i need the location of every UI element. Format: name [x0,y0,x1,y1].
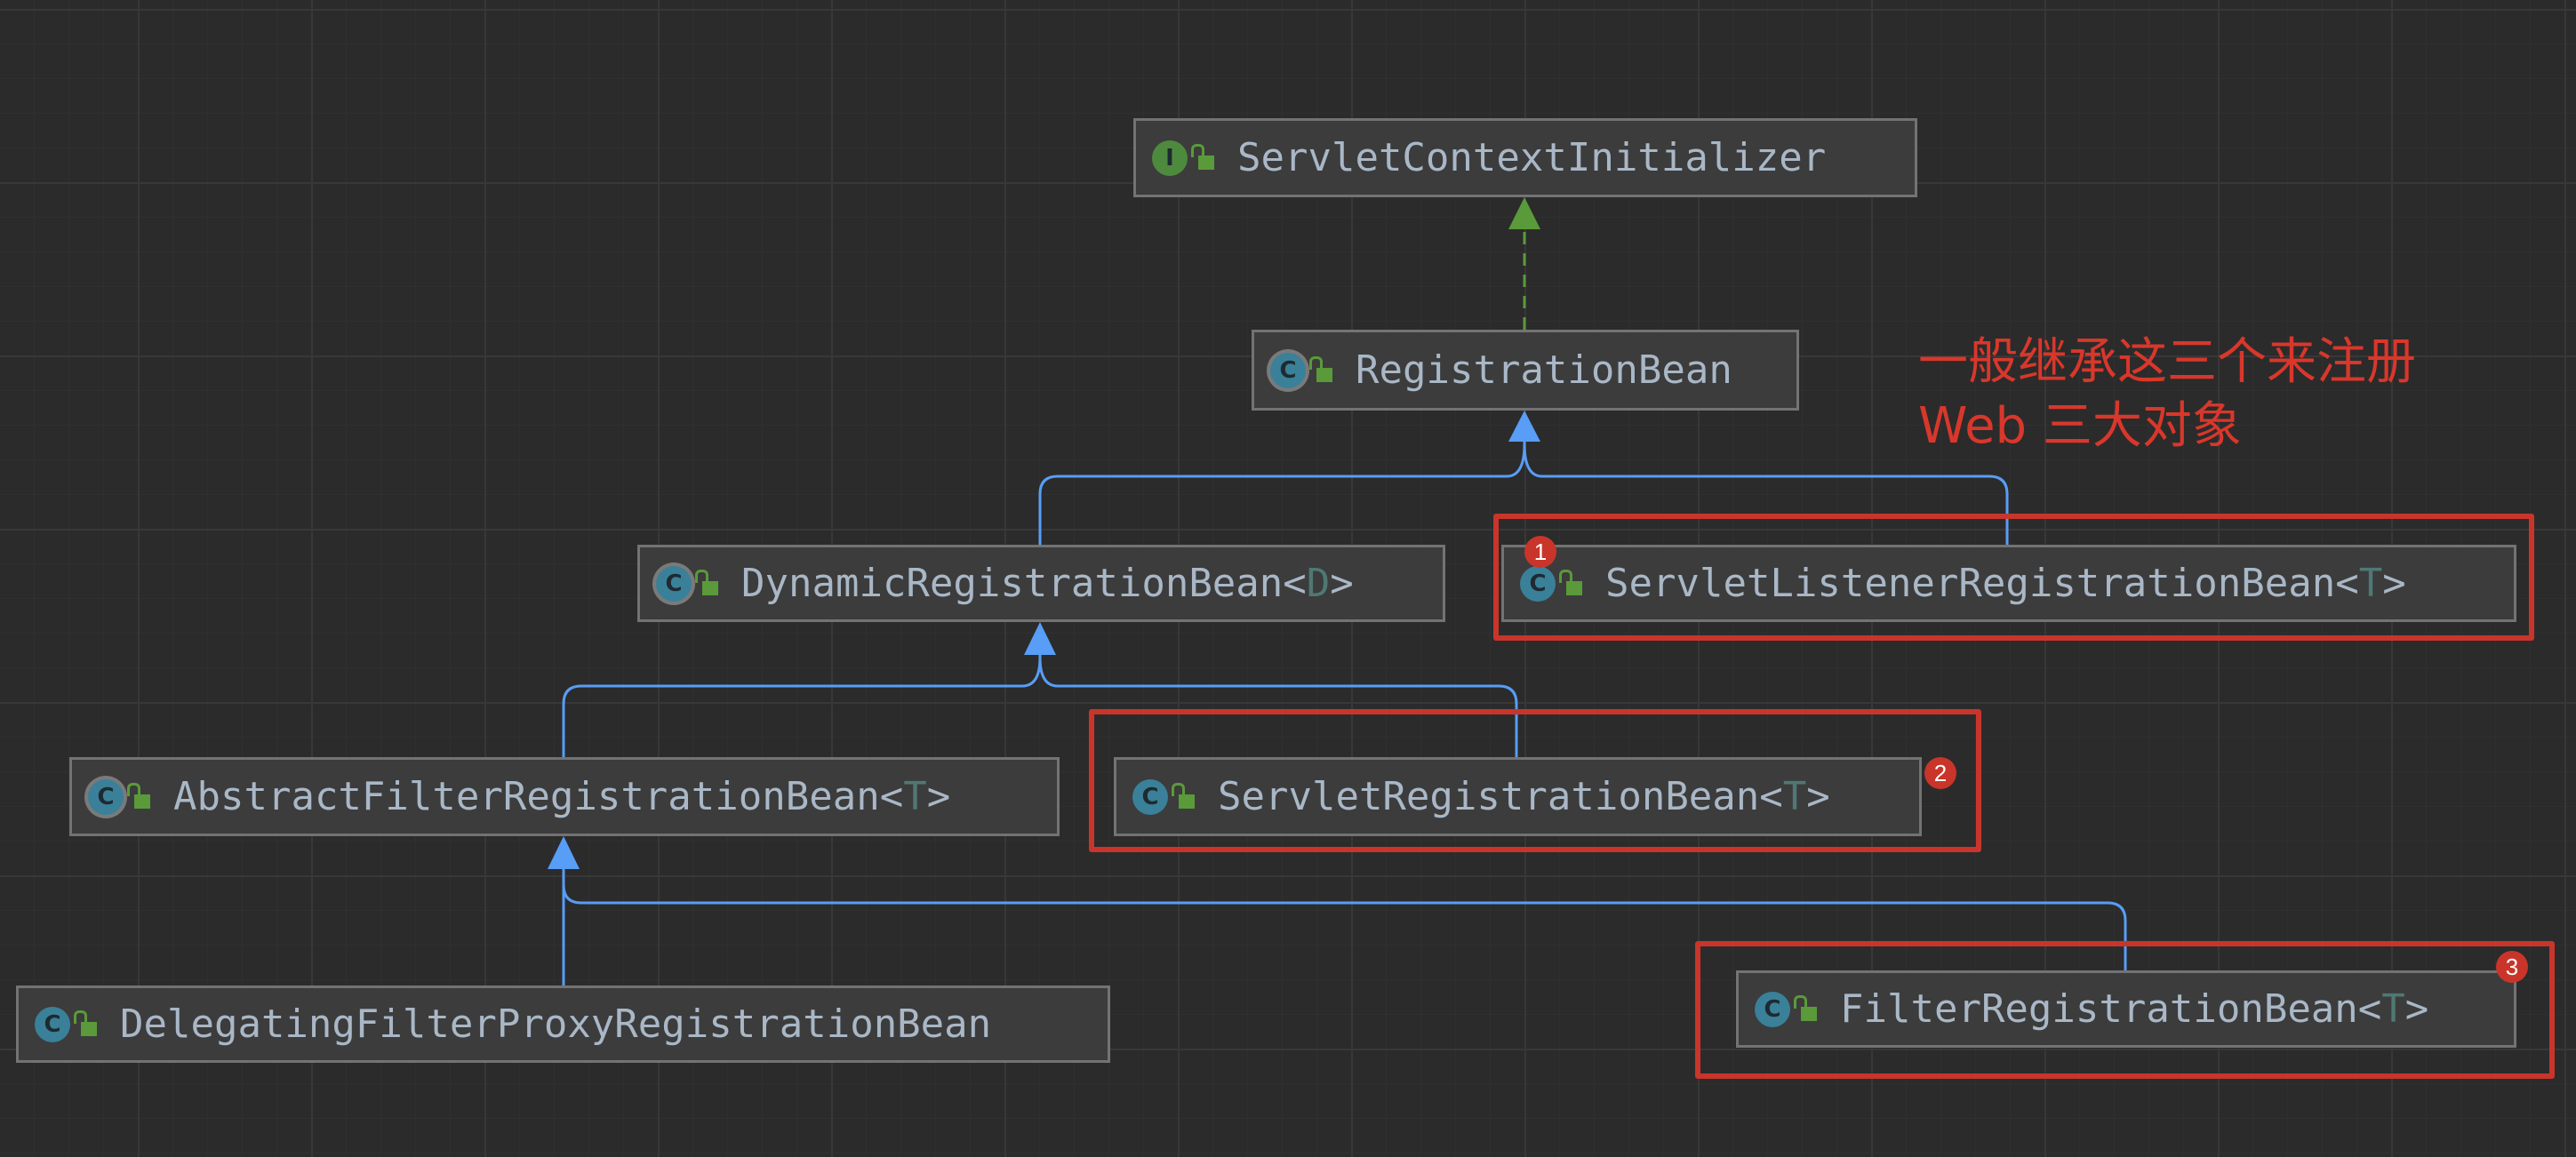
badge-2: 2 [1924,757,1956,789]
edge-abstractfilter-to-dynamic [562,638,1042,757]
highlight-box-filter [1695,941,2555,1079]
public-lock-icon [695,569,718,595]
edge-dynamic-to-registration [1038,427,1526,545]
arrowhead-dynamic [1024,622,1056,655]
annotation-line-1: 一般继承这三个来注册 [1918,333,2416,391]
generic-open: < [879,774,904,819]
annotation-line-2: Web 三大对象 [1918,397,2242,455]
arrowhead-abstractfilter [548,836,580,869]
annotation-note: 一般继承这三个来注册 Web 三大对象 [1918,331,2416,459]
arrowhead-registration [1508,411,1540,442]
node-label: ServletContextInitializer [1237,135,1827,180]
abstract-class-icon: C [88,778,124,815]
public-lock-icon [1191,143,1214,170]
node-label: DelegatingFilterProxyRegistrationBean [120,1001,992,1047]
node-delegating-filter-proxy-registration-bean[interactable]: C DelegatingFilterProxyRegistrationBean [16,985,1110,1063]
node-label: AbstractFilterRegistrationBean [173,774,880,819]
abstract-class-icon: C [1270,352,1306,388]
arrowhead-sci [1508,197,1540,229]
interface-icon: I [1152,140,1188,176]
node-servlet-context-initializer[interactable]: I ServletContextInitializer [1133,118,1917,197]
generic-open: < [1283,561,1307,606]
node-registration-bean[interactable]: C RegistrationBean [1252,330,1799,411]
node-label: DynamicRegistrationBean [741,561,1284,606]
highlight-box-servlet [1089,709,1981,852]
node-label: RegistrationBean [1356,347,1732,393]
generic-close: > [926,774,951,819]
public-lock-icon [74,1009,97,1036]
abstract-class-icon: C [656,565,692,602]
public-lock-icon [1309,355,1332,382]
node-abstract-filter-registration-bean[interactable]: C AbstractFilterRegistrationBean < T > [69,757,1060,836]
class-icon: C [35,1006,70,1042]
generic-close: > [1330,561,1354,606]
node-dynamic-registration-bean[interactable]: C DynamicRegistrationBean < D > [637,545,1445,622]
generic-param: D [1306,561,1331,606]
badge-3: 3 [2496,951,2528,983]
generic-param: T [903,774,927,819]
highlight-box-listener [1493,514,2534,641]
badge-1: 1 [1524,536,1556,568]
public-lock-icon [127,782,150,809]
